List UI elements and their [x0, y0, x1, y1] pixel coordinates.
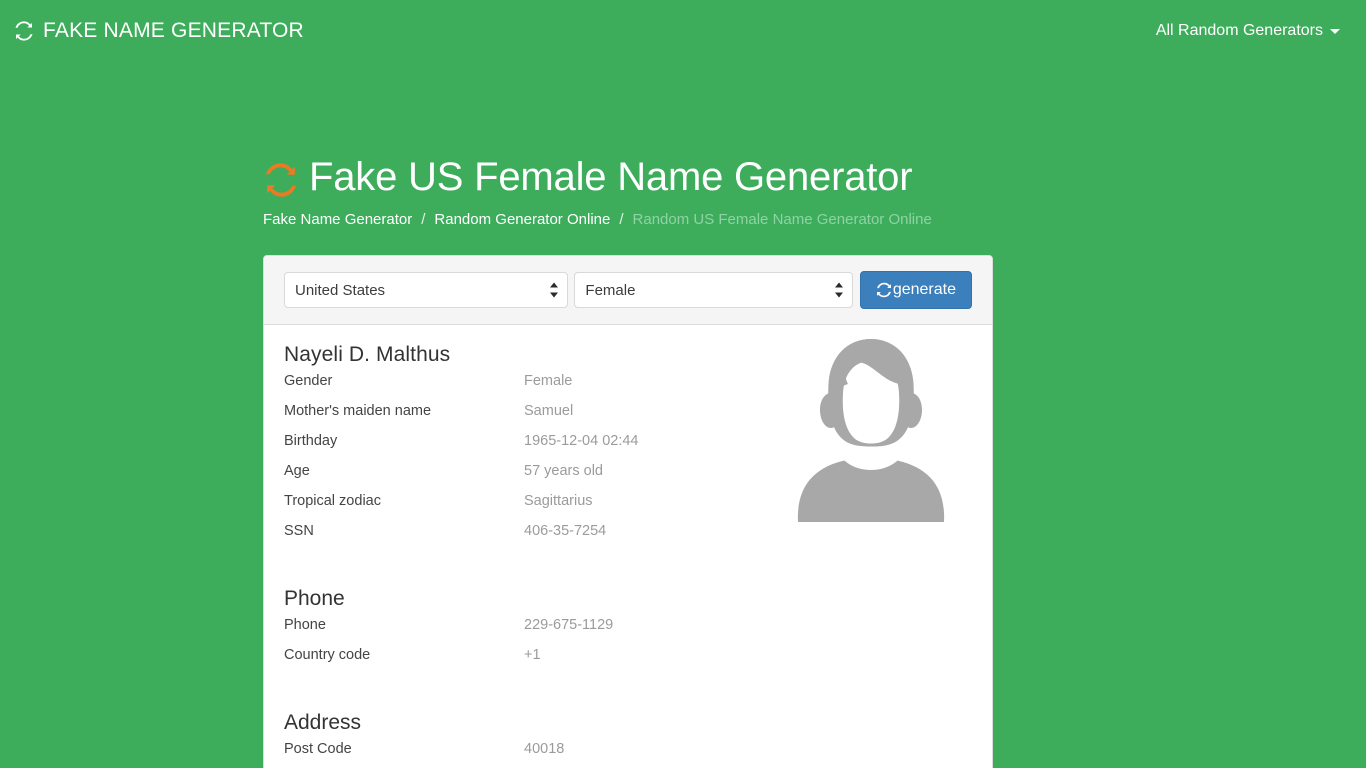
page-header: Fake US Female Name Generator Fake Name …	[263, 62, 993, 228]
detail-value: 406-35-7254	[524, 523, 607, 540]
detail-value: Sagittarius	[524, 493, 593, 510]
detail-row: Phone 229-675-1129	[284, 617, 972, 647]
generate-button[interactable]: generate	[859, 271, 972, 310]
phone-details-list: Phone 229-675-1129 Country code +1	[284, 617, 972, 677]
top-navbar: FAKE NAME GENERATOR All Random Generator…	[0, 0, 1366, 62]
breadcrumb-item-random-generator[interactable]: Random Generator Online	[434, 211, 610, 228]
detail-label: Phone	[284, 617, 326, 634]
detail-row: SSN 406-35-7254	[284, 523, 972, 553]
result-panel: Nayeli D. Malthus Gender Female Mother's…	[264, 325, 992, 768]
detail-label: SSN	[284, 523, 314, 540]
detail-label: Country code	[284, 647, 371, 664]
breadcrumb: Fake Name Generator / Random Generator O…	[263, 211, 993, 228]
detail-value: 229-675-1129	[524, 617, 614, 634]
breadcrumb-separator: /	[421, 211, 426, 229]
detail-value: Female	[524, 373, 573, 390]
gender-select[interactable]: Female	[574, 272, 853, 309]
page-container: Fake US Female Name Generator Fake Name …	[263, 62, 993, 768]
brand-label: FAKE NAME GENERATOR	[43, 19, 304, 42]
chevron-down-icon	[1330, 28, 1340, 34]
detail-label: Age	[284, 463, 310, 480]
breadcrumb-item-home[interactable]: Fake Name Generator	[263, 211, 412, 228]
detail-value: 40018	[524, 741, 565, 758]
phone-section-title: Phone	[284, 587, 345, 611]
detail-label: Post Code	[284, 741, 352, 758]
female-avatar-placeholder-icon	[785, 333, 957, 523]
refresh-icon	[263, 162, 299, 198]
page-title-text: Fake US Female Name Generator	[309, 155, 913, 199]
detail-value: Samuel	[524, 403, 574, 420]
address-details-list: Post Code 40018	[284, 741, 972, 768]
detail-value: +1	[524, 647, 541, 664]
country-select-wrapper: United States	[284, 272, 569, 309]
generator-form: United States Female generate	[264, 256, 992, 326]
detail-row: Country code +1	[284, 647, 972, 677]
country-select[interactable]: United States	[284, 272, 569, 309]
detail-row: Post Code 40018	[284, 741, 972, 768]
brand-link[interactable]: FAKE NAME GENERATOR	[14, 19, 304, 43]
generator-card: United States Female generate Nayeli D. …	[263, 255, 993, 768]
refresh-icon	[876, 282, 892, 298]
all-random-generators-menu[interactable]: All Random Generators	[1156, 22, 1340, 40]
detail-label: Gender	[284, 373, 333, 390]
detail-value: 57 years old	[524, 463, 603, 480]
refresh-icon	[14, 21, 34, 41]
breadcrumb-separator: /	[619, 211, 624, 229]
breadcrumb-item-active: Random US Female Name Generator Online	[632, 211, 932, 229]
gender-select-wrapper: Female	[574, 272, 853, 309]
detail-label: Birthday	[284, 433, 338, 450]
all-random-generators-label: All Random Generators	[1155, 22, 1323, 39]
page-title: Fake US Female Name Generator	[263, 154, 993, 201]
generate-button-label: generate	[892, 281, 956, 299]
detail-value: 1965-12-04 02:44	[524, 433, 639, 450]
detail-label: Mother's maiden name	[284, 403, 432, 420]
detail-label: Tropical zodiac	[284, 493, 381, 510]
address-section-title: Address	[284, 711, 362, 735]
